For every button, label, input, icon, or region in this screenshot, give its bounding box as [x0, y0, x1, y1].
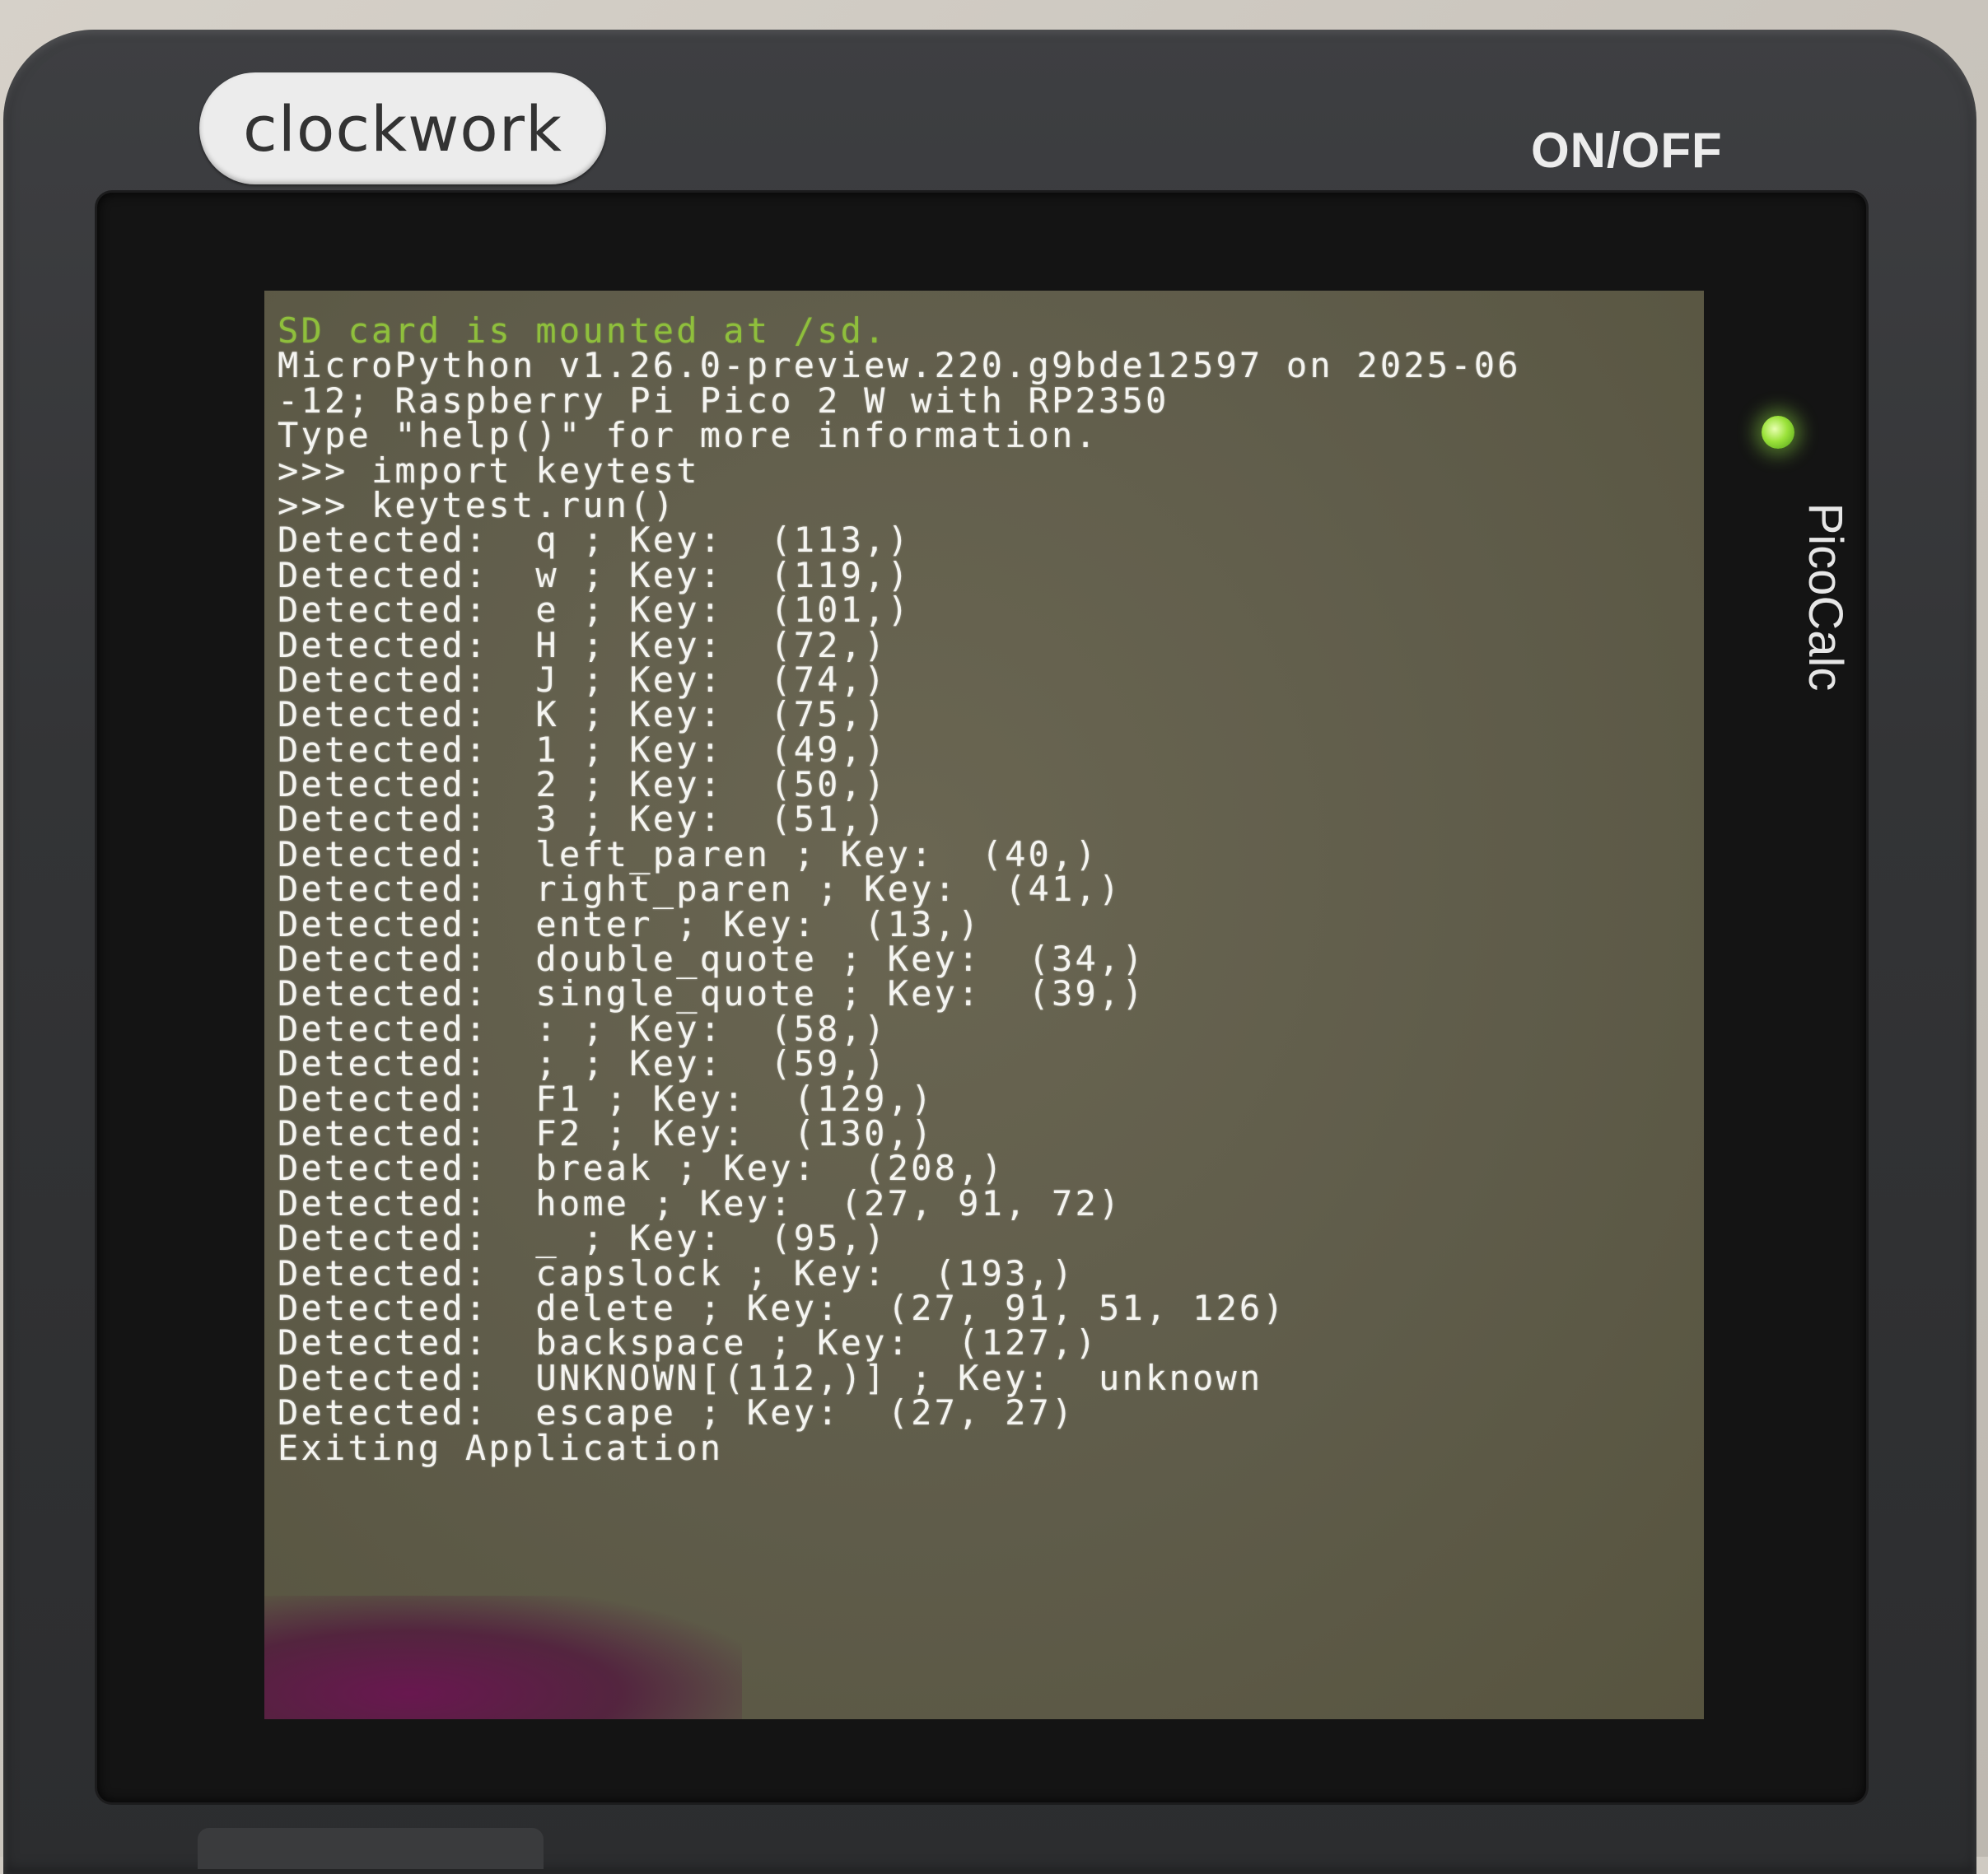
terminal-line: Detected: 2 ; Key: (50,): [278, 764, 888, 805]
terminal-line: Detected: : ; Key: (58,): [278, 1008, 888, 1049]
terminal-line: Detected: UNKNOWN[(112,)] ; Key: unknown: [278, 1357, 1263, 1398]
terminal-line: >>> import keytest: [278, 450, 700, 491]
clockwork-logo: clockwork: [199, 72, 606, 184]
terminal-line: Detected: q ; Key: (113,): [278, 520, 912, 561]
terminal-line: Detected: F1 ; Key: (129,): [278, 1078, 935, 1119]
terminal-line: Detected: ; ; Key: (59,): [278, 1043, 888, 1084]
terminal-line: Detected: enter ; Key: (13,): [278, 903, 982, 944]
terminal-line: Detected: home ; Key: (27, 91, 72): [278, 1182, 1122, 1224]
terminal-line: Detected: _ ; Key: (95,): [278, 1218, 888, 1259]
terminal-line: Detected: right_paren ; Key: (41,): [278, 869, 1122, 910]
terminal-line: Detected: single_quote ; Key: (39,): [278, 973, 1146, 1014]
terminal-line: Detected: backspace ; Key: (127,): [278, 1322, 1099, 1364]
brand-label: PicoCalc: [1799, 502, 1852, 692]
power-led-icon: [1762, 416, 1794, 449]
terminal-line: Detected: F2 ; Key: (130,): [278, 1112, 935, 1154]
terminal-line: Detected: J ; Key: (74,): [278, 659, 888, 700]
terminal-line: Detected: w ; Key: (119,): [278, 554, 912, 595]
terminal-status-line: SD card is mounted at /sd.: [278, 310, 888, 351]
terminal-prompt[interactable]: Exiting Application: [278, 1430, 1521, 1466]
terminal-output: SD card is mounted at /sd. MicroPython v1…: [278, 310, 1521, 1466]
terminal-line: Detected: escape ; Key: (27, 27): [278, 1392, 1076, 1433]
terminal-line: Detected: K ; Key: (75,): [278, 694, 888, 735]
terminal-line: Detected: break ; Key: (208,): [278, 1148, 1006, 1189]
terminal-line: Detected: capslock ; Key: (193,): [278, 1252, 1076, 1294]
screen-reflection: [264, 1596, 742, 1719]
terminal-line: Detected: 3 ; Key: (51,): [278, 799, 888, 840]
terminal-line: Detected: delete ; Key: (27, 91, 51, 126…: [278, 1287, 1286, 1328]
keyboard-edge: [198, 1828, 544, 1869]
logo-text: clockwork: [242, 91, 563, 165]
terminal-line: Detected: 1 ; Key: (49,): [278, 729, 888, 770]
terminal-line: Type "help()" for more information.: [278, 415, 1099, 456]
terminal-line: Detected: double_quote ; Key: (34,): [278, 939, 1146, 980]
terminal-line: -12; Raspberry Pi Pico 2 W with RP2350: [278, 380, 1169, 421]
power-label: ON/OFF: [1531, 123, 1723, 178]
terminal-line: Detected: left_paren ; Key: (40,): [278, 833, 1099, 874]
lcd-screen[interactable]: SD card is mounted at /sd. MicroPython v1…: [264, 291, 1704, 1719]
terminal-line: MicroPython v1.26.0-preview.220.g9bde125…: [278, 345, 1521, 386]
terminal-line: Detected: H ; Key: (72,): [278, 624, 888, 665]
terminal-line: Detected: e ; Key: (101,): [278, 590, 912, 631]
terminal-line: >>> keytest.run(): [278, 484, 677, 525]
